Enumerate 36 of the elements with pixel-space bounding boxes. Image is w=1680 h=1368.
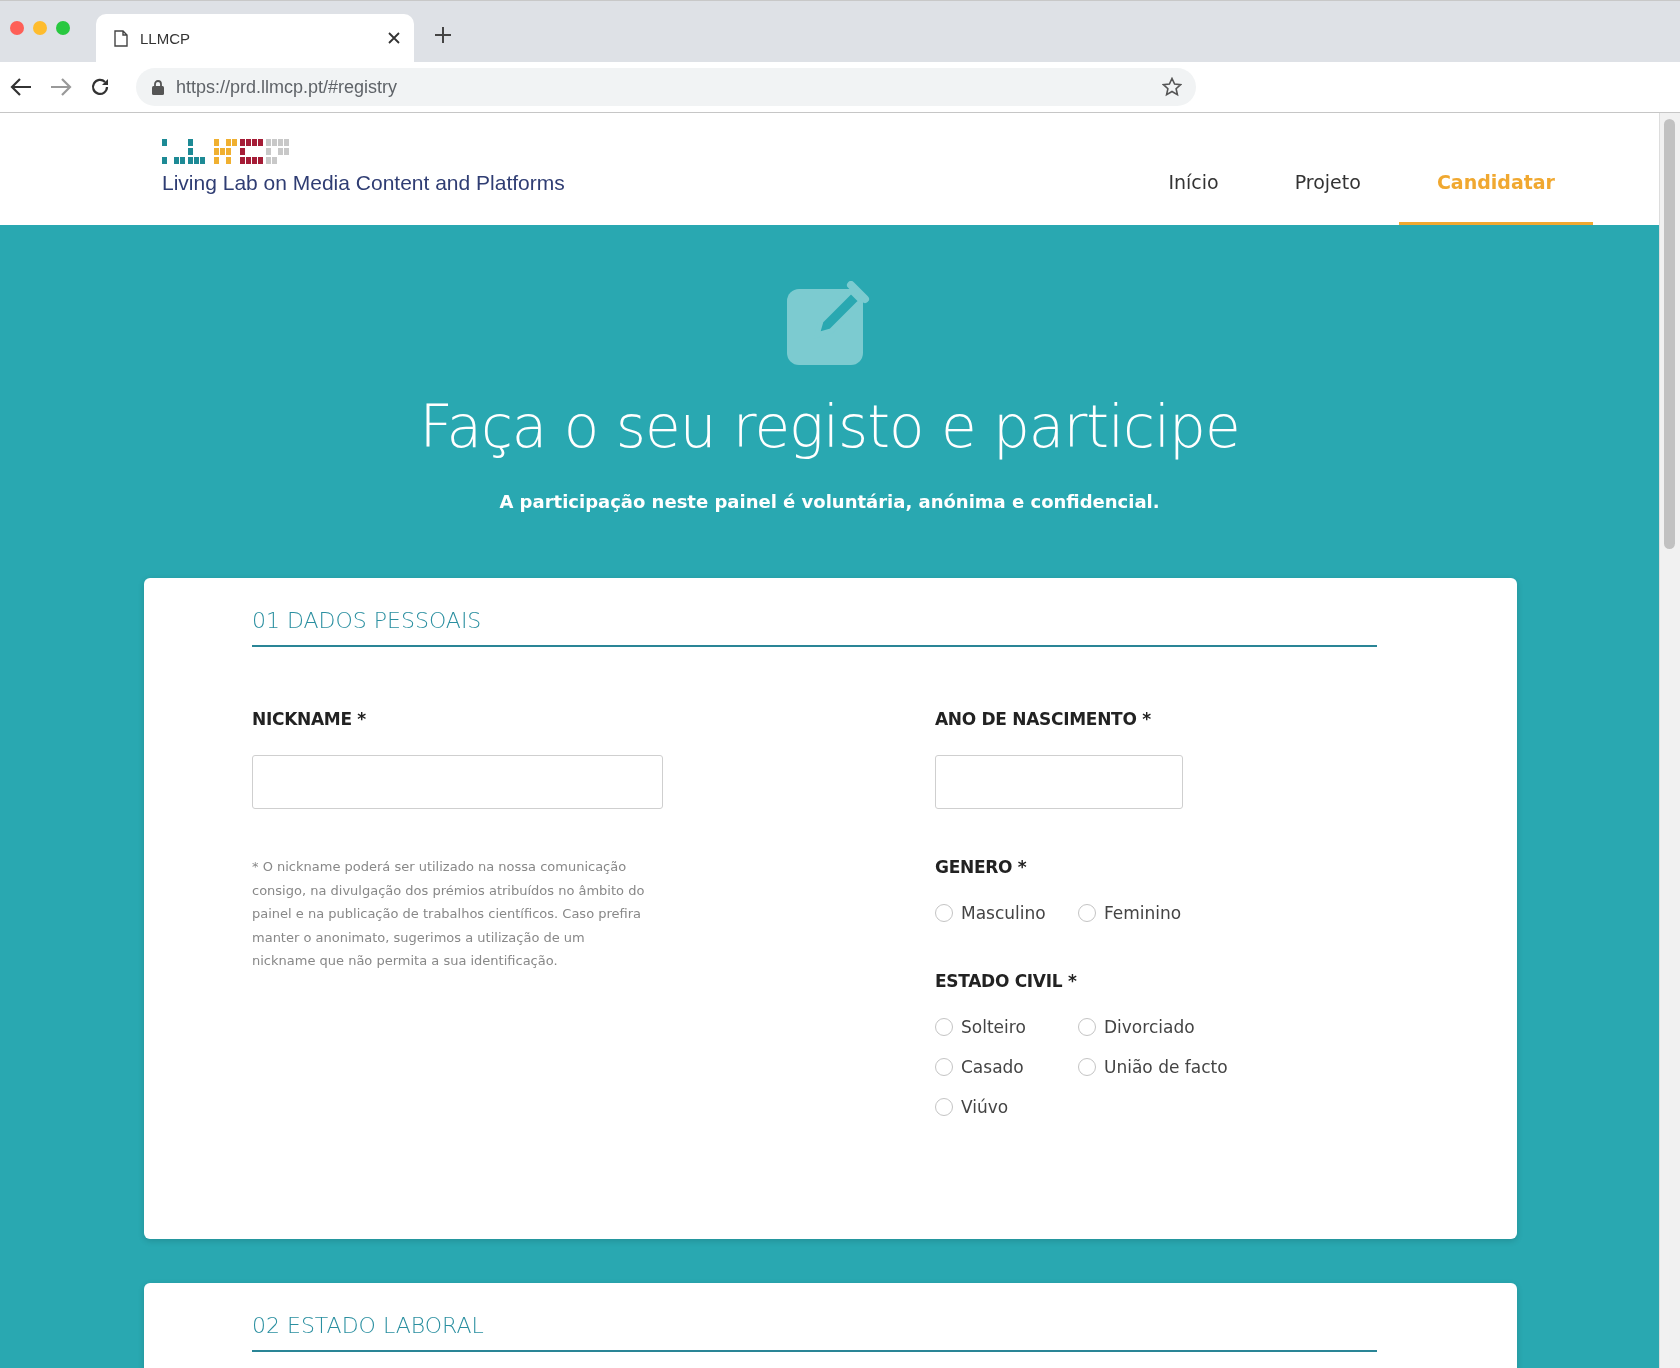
radio-option[interactable]: Masculino [935,903,1046,923]
browser-tab[interactable]: LLMCP [96,14,414,62]
radio-option[interactable]: Solteiro [935,1017,1026,1037]
field-label: NICKNAME * [252,709,367,729]
radio-option[interactable]: Viúvo [935,1097,1009,1117]
scrollbar-thumb[interactable] [1664,119,1675,549]
star-icon[interactable] [1162,77,1182,97]
nav-link[interactable]: Projeto [1256,113,1399,225]
back-icon[interactable] [10,77,32,97]
forward-icon[interactable] [50,77,72,97]
nav-link[interactable]: Início [1130,113,1257,225]
radio-option[interactable]: Divorciado [1078,1017,1195,1037]
section-heading: 02 ESTADO LABORAL [252,1313,1377,1352]
nickname-note: * O nickname poderá ser utilizado na nossa comunicação consigo, na divulgação dos prémios atribuídos no âmbito do painel e na publicação de trabalhos científicos. Caso prefira manter o anonimato, sugerimos a utilização de um nickname que não permita a sua identificação. [252,858,646,970]
radio-option[interactable]: União de facto [1078,1057,1228,1077]
page-title: Faça o seu registo e participe [419,393,1240,461]
url-text: https://prd.llmcp.pt/#registry [176,76,399,98]
birth-year-input[interactable] [935,755,1183,809]
page-subtitle: A participação neste painel é voluntária, anónima e confidencial. [499,491,1160,512]
tab-title: LLMCP [140,29,192,47]
document-icon [114,29,128,47]
close-window-icon[interactable] [10,20,24,35]
field-label: GENERO * [935,857,1028,877]
site-tagline: Living Lab on Media Content and Platforms [162,171,565,195]
maximize-window-icon[interactable] [56,20,70,35]
address-bar[interactable]: https://prd.llmcp.pt/#registry [136,68,1196,106]
field-label: ESTADO CIVIL * [935,971,1078,991]
lock-icon [152,79,164,95]
nickname-input[interactable] [252,755,663,809]
radio-option[interactable]: Feminino [1078,903,1182,923]
reload-icon[interactable] [90,77,110,97]
radio-option[interactable]: Casado [935,1057,1024,1077]
new-tab-icon[interactable] [434,25,452,44]
field-label: ANO DE NASCIMENTO * [935,709,1152,729]
close-tab-icon[interactable] [388,32,400,44]
section-heading: 01 DADOS PESSOAIS [252,608,1377,647]
